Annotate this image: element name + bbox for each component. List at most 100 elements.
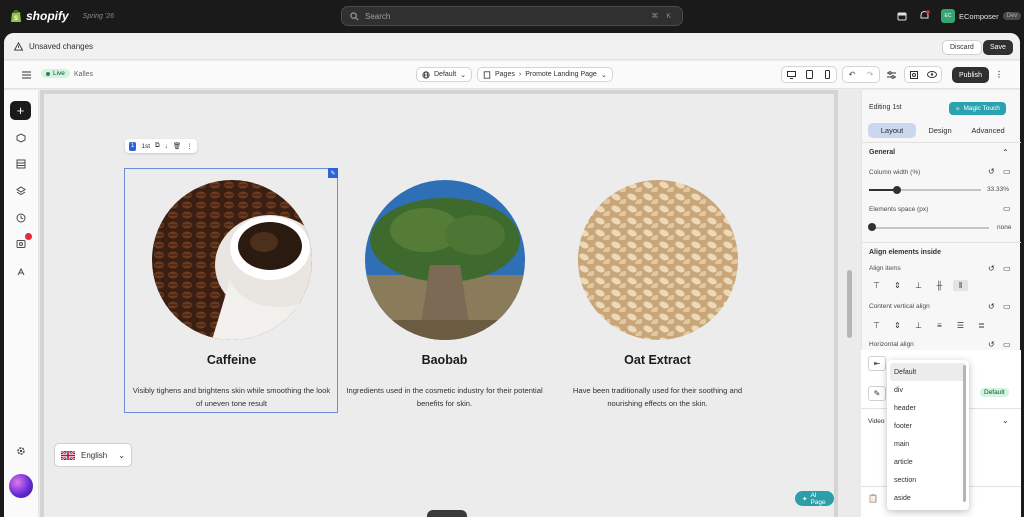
horizontal-align-label: Horizontal align [869, 341, 914, 348]
assistant-orb-icon[interactable] [9, 474, 33, 498]
more-options-icon[interactable]: ⋮ [990, 67, 1008, 82]
discard-button[interactable]: Discard [942, 40, 982, 55]
device-icon[interactable]: ▭ [1003, 204, 1011, 213]
view-group [904, 66, 942, 83]
clipboard-icon[interactable]: 📋 [868, 494, 878, 503]
arrow-down-icon[interactable]: ↓ [165, 143, 168, 150]
feature-column[interactable]: Caffeine Visibly tighens and brightens s… [125, 170, 338, 410]
option-header[interactable]: header [887, 399, 969, 417]
mobile-icon[interactable] [818, 67, 836, 82]
tablet-icon[interactable] [800, 67, 818, 82]
device-icon[interactable]: ▭ [1003, 167, 1011, 176]
warning-icon [14, 41, 23, 51]
store-menu[interactable]: EC EComposer Dev [941, 8, 1022, 24]
settings-sliders-icon[interactable] [882, 67, 900, 82]
content-vertical-align-label: Content vertical align [869, 303, 930, 310]
dropdown-scrollbar[interactable] [963, 365, 966, 502]
align-stretch-icon[interactable]: ‖ [953, 280, 968, 291]
align-center-icon[interactable]: ⇕ [890, 280, 905, 291]
chevron-down-icon[interactable]: ⌄ [1002, 416, 1009, 425]
store-icon[interactable] [897, 11, 907, 21]
elements-space-value: none [997, 224, 1012, 231]
edition-label: Spring '26 [82, 12, 114, 20]
option-aside[interactable]: aside [887, 489, 969, 507]
option-main[interactable]: main [887, 435, 969, 453]
undo-icon[interactable]: ↶ [843, 67, 861, 82]
canvas-handle[interactable] [427, 510, 467, 517]
magic-touch-button[interactable]: ✧ Magic Touch [949, 102, 1006, 115]
device-icon[interactable]: ▭ [1003, 340, 1011, 349]
column-title: Baobab [421, 353, 468, 367]
reset-icon[interactable]: ↺ [988, 302, 995, 311]
elements-space-slider[interactable] [869, 227, 989, 229]
align-left-icon[interactable]: ⇤ [868, 356, 886, 371]
tab-layout[interactable]: Layout [868, 123, 916, 138]
valign-bottom-icon[interactable]: ⊥ [911, 320, 926, 331]
reset-icon[interactable]: ↺ [988, 167, 995, 176]
column-title: Caffeine [206, 353, 257, 367]
align-top-icon[interactable]: ⊤ [869, 280, 884, 291]
page-preview: 1 1st ⧉ ↓ 🗑 ⋮ ✎ Caffeine Visibly tighens… [44, 94, 834, 517]
chevron-up-icon[interactable]: ⌃ [1002, 148, 1009, 157]
unsaved-bar: Unsaved changes Discard Save [4, 33, 1020, 60]
logo-text: shopify [26, 9, 69, 23]
publish-button[interactable]: Publish [952, 67, 989, 83]
tab-design[interactable]: Design [916, 123, 964, 138]
preview-icon[interactable] [905, 67, 923, 82]
column-description: Visibly tighens and brightens skin while… [132, 386, 331, 408]
template-select[interactable]: Default ⌄ [416, 67, 473, 82]
slider-handle[interactable] [893, 186, 901, 194]
valign-center-icon[interactable]: ⇕ [890, 320, 905, 331]
add-element-button[interactable]: + [10, 101, 31, 120]
reset-icon[interactable]: ↺ [988, 340, 995, 349]
option-footer[interactable]: footer [887, 417, 969, 435]
tab-advanced[interactable]: Advanced [964, 123, 1012, 138]
align-baseline-icon[interactable]: ╫ [932, 280, 947, 291]
layers-icon[interactable] [13, 156, 29, 172]
column-width-slider[interactable] [869, 189, 981, 191]
trash-icon[interactable]: 🗑 [173, 142, 181, 150]
feature-column[interactable]: Baobab Ingredients used in the cosmetic … [338, 170, 551, 410]
language-selector[interactable]: English ⌄ [54, 443, 132, 467]
save-button[interactable]: Save [983, 40, 1013, 55]
uk-flag-icon [61, 450, 75, 460]
space-evenly-icon[interactable]: ≣ [974, 320, 989, 331]
more-icon[interactable]: ⋮ [186, 142, 193, 150]
search-bar[interactable]: Search ⌘ K [341, 6, 683, 26]
element-label[interactable]: 1st [141, 143, 150, 150]
option-default[interactable]: Default [890, 363, 966, 381]
global-styles-icon[interactable] [13, 183, 29, 199]
pencil-icon[interactable]: ✎ [868, 386, 886, 401]
eye-icon[interactable] [923, 67, 941, 82]
menu-icon[interactable] [17, 67, 35, 82]
notification-bell-icon[interactable] [919, 10, 930, 21]
desktop-icon[interactable] [782, 67, 800, 82]
slider-handle[interactable] [868, 223, 876, 231]
align-bottom-icon[interactable]: ⊥ [911, 280, 926, 291]
option-div[interactable]: div [887, 381, 969, 399]
shopify-logo[interactable]: S shopify Spring '26 [10, 9, 114, 23]
unsaved-text: Unsaved changes [29, 41, 94, 51]
redo-icon[interactable]: ↷ [861, 67, 879, 82]
ai-page-button[interactable]: ✦ AI Page [795, 491, 834, 506]
panel-scrollbar[interactable] [847, 270, 852, 338]
history-clock-icon[interactable] [13, 210, 29, 226]
device-icon[interactable]: ▭ [1003, 264, 1011, 273]
reset-icon[interactable]: ↺ [988, 264, 995, 273]
apps-icon[interactable] [13, 264, 29, 280]
valign-top-icon[interactable]: ⊤ [869, 320, 884, 331]
space-between-icon[interactable]: ≡ [932, 320, 947, 331]
elements-space-label: Elements space (px) [869, 206, 929, 213]
option-section[interactable]: section [887, 471, 969, 489]
duplicate-icon[interactable]: ⧉ [155, 142, 160, 150]
gear-icon[interactable] [13, 443, 29, 459]
chevron-down-icon: ⌄ [118, 450, 125, 460]
sections-icon[interactable] [13, 130, 29, 146]
option-article[interactable]: article [887, 453, 969, 471]
inbox-icon[interactable] [13, 233, 32, 252]
device-icon[interactable]: ▭ [1003, 302, 1011, 311]
page-select[interactable]: Pages › Promote Landing Page ⌄ [477, 67, 613, 82]
feature-column[interactable]: Oat Extract Have been traditionally used… [551, 170, 764, 410]
space-around-icon[interactable]: ☰ [953, 320, 968, 331]
align-items-options: ⊤ ⇕ ⊥ ╫ ‖ [869, 280, 968, 291]
